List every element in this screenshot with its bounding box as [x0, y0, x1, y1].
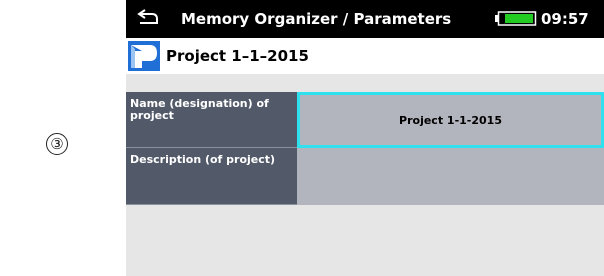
project-folder-icon [128, 41, 160, 71]
project-name: Project 1–1–2015 [166, 47, 309, 65]
parameter-label: Description (of project) [126, 148, 297, 205]
step-marker: ③ [46, 133, 68, 155]
parameter-row-description[interactable]: Description (of project) [126, 148, 604, 205]
project-name-value-field[interactable]: Project 1-1-2015 [297, 92, 604, 148]
title-bar: Memory Organizer / Parameters 09:57 [126, 0, 604, 38]
project-header: Project 1–1–2015 [126, 38, 604, 74]
parameter-row-name[interactable]: Name (designation) of project Project 1-… [126, 92, 604, 148]
clock: 09:57 [541, 10, 589, 28]
back-arrow-icon[interactable] [136, 8, 160, 26]
device-screen: Memory Organizer / Parameters 09:57 Proj… [126, 0, 604, 276]
page-title: Memory Organizer / Parameters [181, 10, 452, 28]
project-description-value-field[interactable] [297, 148, 604, 205]
parameter-label: Name (designation) of project [126, 92, 297, 148]
battery-icon [495, 11, 537, 26]
